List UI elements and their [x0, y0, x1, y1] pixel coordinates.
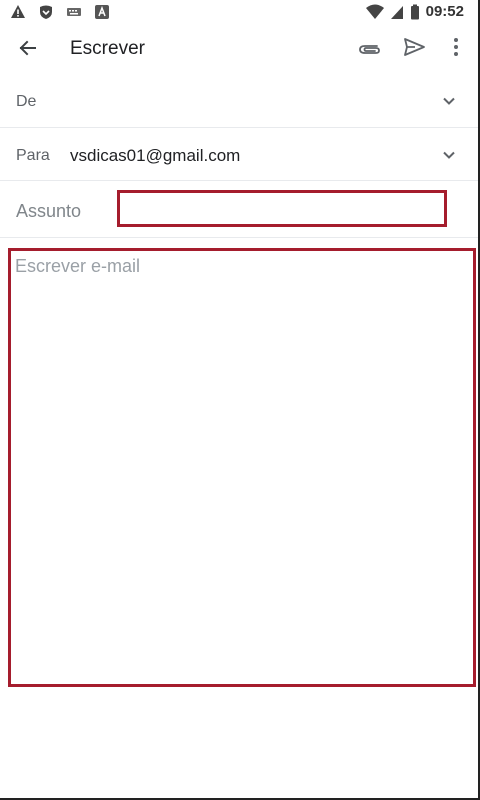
from-label: De	[16, 93, 37, 110]
font-icon	[95, 5, 109, 19]
more-options-button[interactable]	[444, 33, 468, 61]
subject-row: Assunto	[0, 181, 478, 238]
send-button[interactable]	[400, 33, 428, 61]
status-bar: 09:52	[0, 0, 478, 24]
app-bar: Escrever	[0, 24, 478, 72]
chevron-down-icon[interactable]	[440, 92, 458, 110]
to-row[interactable]: Para vsdicas01@gmail.com	[0, 128, 478, 181]
email-body-textarea[interactable]	[8, 248, 476, 687]
attachment-icon	[359, 45, 380, 54]
attach-button[interactable]	[354, 34, 382, 62]
warning-icon	[11, 5, 25, 18]
subject-label: Assunto	[16, 201, 82, 221]
chevron-down-icon[interactable]	[440, 146, 458, 164]
battery-icon	[410, 4, 419, 19]
from-row[interactable]: De	[0, 74, 478, 128]
send-icon	[404, 38, 425, 56]
back-button[interactable]	[12, 32, 44, 64]
wifi-icon	[365, 4, 384, 19]
to-label: Para	[16, 147, 50, 164]
shield-icon	[40, 5, 52, 19]
more-vert-icon	[454, 38, 458, 56]
to-recipient[interactable]: vsdicas01@gmail.com	[70, 146, 240, 166]
keyboard-icon	[67, 8, 81, 16]
status-right-icons: 09:52	[365, 3, 464, 20]
page-title: Escrever	[70, 38, 145, 59]
status-left-icons	[10, 4, 110, 20]
status-time: 09:52	[425, 3, 464, 20]
signal-icon	[390, 5, 403, 19]
back-arrow-icon	[19, 40, 36, 56]
subject-input[interactable]	[117, 190, 447, 227]
